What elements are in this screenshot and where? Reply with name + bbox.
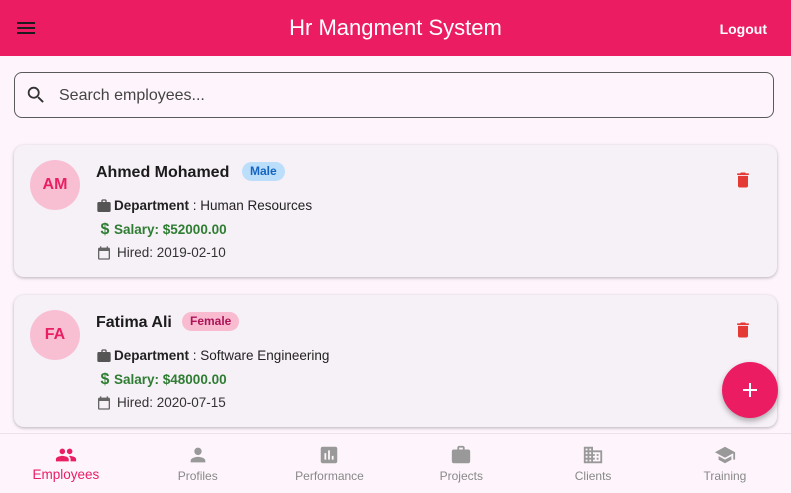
employee-name: Ahmed Mohamed [96, 164, 230, 181]
gender-badge: Female [182, 312, 240, 331]
department-label: Department [114, 348, 190, 363]
person-icon [190, 447, 206, 463]
school-icon [714, 446, 735, 464]
app-bar: Hr Mangment System Logout [0, 0, 791, 56]
plus-icon [743, 383, 757, 397]
department-value: : Software Engineering [189, 348, 330, 363]
briefcase-icon [452, 445, 471, 464]
search-input[interactable] [57, 81, 761, 111]
bar-chart-icon [321, 446, 338, 464]
hired-row: Hired: 2020-07-15 [96, 395, 226, 411]
calendar-icon [98, 396, 110, 410]
nav-item-training[interactable]: Training [659, 434, 791, 493]
search-bar [14, 72, 774, 118]
employee-name: Fatima Ali [96, 314, 172, 331]
nav-label: Profiles [177, 469, 218, 483]
department-value: : Human Resources [189, 198, 313, 213]
department-row: Department : Human Resources [96, 198, 312, 214]
delete-icon[interactable] [733, 319, 753, 341]
nav-label: Employees [32, 467, 100, 482]
salary-row: $ Salary: $52000.00 [96, 222, 227, 238]
department-label: Department [114, 198, 190, 213]
bottom-navigation: Employees Profiles Performance Projects … [0, 433, 791, 492]
add-employee-button[interactable] [722, 362, 778, 418]
department-row: Department : Software Engineering [96, 348, 329, 364]
nav-label: Projects [439, 469, 483, 483]
nav-item-profiles[interactable]: Profiles [132, 434, 264, 493]
employee-card[interactable]: FA Fatima Ali Female Department : Softwa… [14, 295, 777, 427]
dollar-icon: $ [100, 371, 110, 388]
employee-card[interactable]: AM Ahmed Mohamed Male Department : Human… [14, 145, 777, 277]
hired-date: Hired: 2019-02-10 [117, 245, 226, 260]
nav-item-projects[interactable]: Projects [395, 434, 527, 493]
delete-icon[interactable] [733, 169, 753, 191]
search-icon [27, 86, 44, 103]
hired-date: Hired: 2020-07-15 [117, 395, 226, 410]
gender-badge: Male [242, 162, 285, 181]
dollar-icon: $ [100, 221, 110, 238]
salary-value: Salary: $48000.00 [114, 372, 227, 387]
briefcase-icon [97, 349, 111, 362]
menu-icon [17, 22, 35, 34]
salary-row: $ Salary: $48000.00 [96, 372, 227, 388]
nav-label: Training [703, 469, 747, 483]
avatar: FA [30, 310, 80, 360]
nav-label: Performance [295, 469, 364, 483]
logout-button[interactable]: Logout [720, 20, 767, 38]
menu-button[interactable] [14, 16, 38, 40]
building-icon [583, 446, 603, 464]
people-icon [55, 448, 76, 462]
nav-item-employees[interactable]: Employees [0, 434, 132, 493]
nav-item-clients[interactable]: Clients [527, 434, 659, 493]
avatar: AM [30, 160, 80, 210]
calendar-icon [98, 246, 110, 260]
briefcase-icon [97, 199, 111, 212]
nav-item-performance[interactable]: Performance [264, 434, 396, 493]
hired-row: Hired: 2019-02-10 [96, 245, 226, 261]
salary-value: Salary: $52000.00 [114, 222, 227, 237]
app-title: Hr Mangment System [289, 15, 502, 40]
nav-label: Clients [574, 469, 612, 483]
